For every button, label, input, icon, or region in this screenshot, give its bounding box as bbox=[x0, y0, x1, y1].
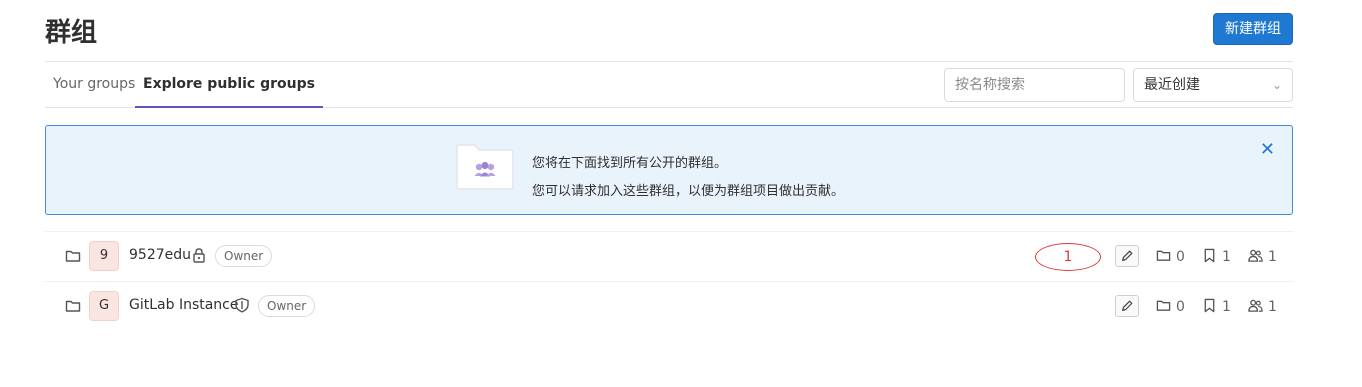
members-count-value: 1 bbox=[1268, 299, 1277, 315]
pencil-icon bbox=[1122, 250, 1133, 261]
bookmark-icon bbox=[1204, 248, 1215, 263]
tab-explore-public-groups[interactable]: Explore public groups bbox=[135, 62, 323, 108]
subgroups-count: 0 bbox=[1156, 299, 1185, 315]
folder-icon bbox=[1156, 250, 1171, 261]
group-name-link[interactable]: 9527edu bbox=[129, 247, 191, 263]
subgroups-count-value: 0 bbox=[1176, 299, 1185, 315]
group-avatar[interactable]: 9 bbox=[89, 241, 119, 271]
tab-your-groups[interactable]: Your groups bbox=[45, 62, 143, 108]
members-count: 1 bbox=[1248, 249, 1277, 265]
group-row[interactable]: G GitLab Instance Owner 0 1 1 bbox=[45, 281, 1293, 331]
tabs-bar: Your groups Explore public groups 最近创建 ⌄ bbox=[45, 61, 1293, 108]
projects-count-value: 1 bbox=[1222, 249, 1231, 265]
role-badge: Owner bbox=[258, 295, 316, 317]
group-name-link[interactable]: GitLab Instance bbox=[129, 297, 239, 313]
subgroups-count: 0 bbox=[1156, 249, 1185, 265]
group-row[interactable]: 9 9527edu Owner 0 1 1 bbox=[45, 231, 1293, 281]
users-icon bbox=[1248, 249, 1263, 262]
groups-illustration-icon bbox=[456, 144, 514, 190]
folder-icon bbox=[65, 300, 81, 312]
projects-count-value: 1 bbox=[1222, 299, 1231, 315]
banner-text-line-2: 您可以请求加入这些群组，以便为群组项目做出贡献。 bbox=[532, 184, 845, 199]
users-icon bbox=[1248, 299, 1263, 312]
subgroups-count-value: 0 bbox=[1176, 249, 1185, 265]
annotation-marker: 1 bbox=[1035, 243, 1101, 271]
projects-count: 1 bbox=[1202, 248, 1231, 265]
edit-group-button[interactable] bbox=[1115, 295, 1139, 317]
sort-selected-label: 最近创建 bbox=[1144, 77, 1200, 93]
search-input[interactable] bbox=[944, 68, 1125, 102]
sort-dropdown[interactable]: 最近创建 ⌄ bbox=[1133, 68, 1293, 102]
group-list: 9 9527edu Owner 0 1 1 G GitLab Instance … bbox=[45, 231, 1293, 331]
group-avatar[interactable]: G bbox=[89, 291, 119, 321]
new-group-button[interactable]: 新建群组 bbox=[1213, 13, 1293, 45]
members-count-value: 1 bbox=[1268, 249, 1277, 265]
close-icon[interactable]: ✕ bbox=[1260, 139, 1275, 160]
shield-icon bbox=[235, 297, 249, 313]
lock-icon bbox=[193, 248, 205, 263]
edit-group-button[interactable] bbox=[1115, 245, 1139, 267]
chevron-down-icon: ⌄ bbox=[1271, 78, 1282, 92]
page-title: 群组 bbox=[45, 18, 98, 48]
projects-count: 1 bbox=[1202, 298, 1231, 315]
role-badge: Owner bbox=[215, 245, 273, 267]
info-banner: 您将在下面找到所有公开的群组。 您可以请求加入这些群组，以便为群组项目做出贡献。… bbox=[45, 125, 1293, 215]
members-count: 1 bbox=[1248, 299, 1277, 315]
pencil-icon bbox=[1122, 300, 1133, 311]
folder-icon bbox=[1156, 300, 1171, 311]
banner-text-line-1: 您将在下面找到所有公开的群组。 bbox=[532, 156, 728, 171]
bookmark-icon bbox=[1204, 298, 1215, 313]
folder-icon bbox=[65, 250, 81, 262]
